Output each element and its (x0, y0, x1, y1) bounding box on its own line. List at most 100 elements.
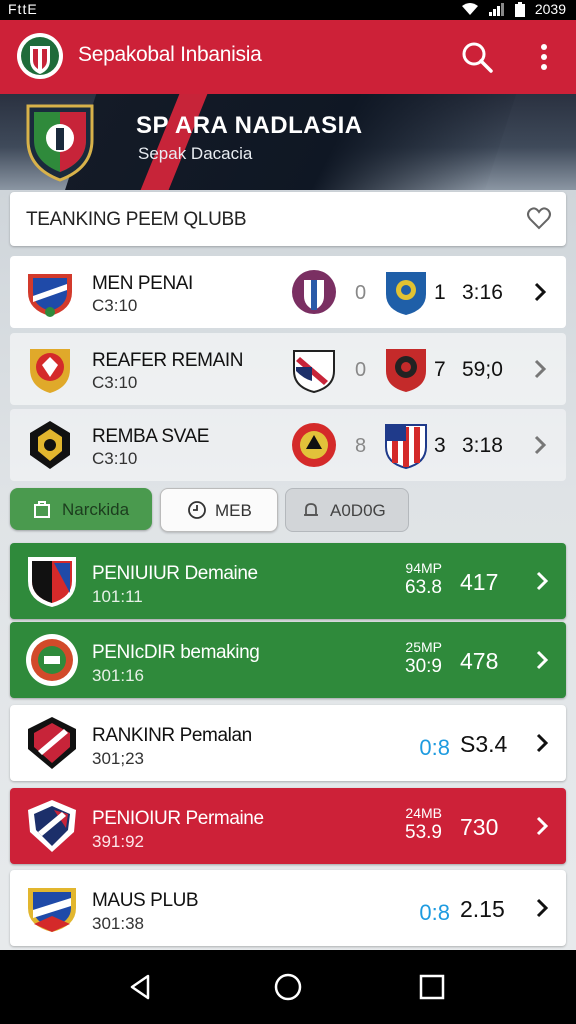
section-header: TEANKING PEEM QLUBB (10, 192, 566, 246)
match-clock: 59;0 (462, 358, 503, 381)
club-crest-icon (28, 274, 72, 317)
home-score: 0 (355, 282, 367, 304)
team-badge-icon (292, 423, 336, 467)
ranking-points: S3.4 (460, 731, 508, 757)
filter-chip-narckida[interactable]: Narckida (10, 488, 152, 530)
ranking-stat-label: 24MB (405, 805, 442, 821)
match-row[interactable]: REAFER REMAIN C3:10 0 7 59;0 (10, 333, 566, 405)
team-badge-icon (386, 272, 426, 315)
home-score: 8 (355, 435, 367, 457)
club-crest-icon (28, 888, 76, 932)
match-row[interactable]: REMBA SVAE C3:10 8 3 3:18 (10, 409, 566, 481)
status-bar: FttE 2039 (0, 0, 576, 20)
system-nav-bar (0, 950, 576, 1024)
status-time: 2039 (534, 1, 566, 17)
ranking-team-name: MAUS PLUB (92, 890, 199, 911)
club-crest-icon (28, 800, 76, 852)
team-badge-icon (292, 270, 336, 314)
away-score: 3 (434, 434, 446, 457)
club-crest-icon (30, 349, 70, 393)
ranking-stat-value: 63.8 (405, 577, 442, 598)
search-icon[interactable] (460, 40, 494, 74)
ranking-points: 2.15 (460, 896, 505, 922)
ranking-row[interactable]: PENIUIUR Demaine 101:11 94MP 63.8 417 (10, 543, 566, 619)
hero-subtitle: Sepak Dacacia (138, 144, 253, 163)
bell-icon (304, 503, 318, 516)
match-time: C3:10 (92, 296, 138, 315)
wifi-icon (461, 3, 478, 15)
ranking-row[interactable]: PENIOIUR Permaine 391:92 24MB 53.9 730 (10, 788, 566, 864)
back-icon[interactable] (126, 972, 154, 1002)
chevron-right-icon[interactable] (532, 896, 552, 920)
ranking-team-name: PENIUIUR Demaine (92, 563, 258, 584)
chevron-right-icon[interactable] (530, 280, 550, 304)
match-clock: 3:16 (462, 281, 503, 304)
ranking-points: 478 (460, 648, 499, 674)
away-score: 7 (434, 358, 446, 381)
chevron-right-icon[interactable] (530, 357, 550, 381)
ranking-team-name: RANKINR Pemalan (92, 725, 252, 746)
away-score: 1 (434, 281, 446, 304)
filter-bar: Narckida MEB A0D0G (10, 488, 566, 534)
ranking-stat-label: 94MP (405, 560, 442, 576)
ranking-team-name: PENIOIUR Permaine (92, 808, 264, 829)
ranking-stat-value: 53.9 (405, 822, 442, 843)
app-bar: Sepakobal Inbanisia (0, 20, 576, 94)
ranking-row[interactable]: PENIcDIR bemaking 301:16 25MP 30:9 478 (10, 622, 566, 698)
match-time: C3:10 (92, 373, 138, 392)
heart-icon[interactable] (526, 206, 552, 232)
match-time: C3:10 (92, 449, 138, 468)
signal-icon (488, 3, 504, 16)
home-icon[interactable] (273, 972, 303, 1002)
club-crest-icon (28, 717, 76, 769)
team-badge-icon (293, 350, 335, 393)
ranking-stat-label: 25MP (405, 639, 442, 655)
clock-icon (188, 501, 206, 519)
home-score: 0 (355, 359, 367, 381)
section-title: TEANKING PEEM QLUBB (26, 209, 247, 230)
ranking-team-name: PENIcDIR bemaking (92, 642, 260, 663)
recents-icon[interactable] (418, 972, 446, 1002)
hero-banner: SP ARA NADLASIA Sepak Dacacia (0, 94, 576, 190)
filter-chip-meb[interactable]: MEB (160, 488, 278, 532)
ranking-score: 0:8 (419, 900, 450, 925)
filter-chip-label: MEB (215, 501, 252, 520)
match-team-name: MEN PENAI (92, 273, 193, 294)
club-crest-icon (30, 421, 70, 469)
club-crest-icon (28, 557, 76, 607)
bag-icon (34, 501, 50, 518)
ranking-stat-value: 30:9 (405, 656, 442, 677)
club-crest-icon (26, 634, 78, 686)
ranking-row[interactable]: RANKINR Pemalan 301;23 0:8 S3.4 (10, 705, 566, 781)
chevron-right-icon[interactable] (530, 433, 550, 457)
match-clock: 3:18 (462, 434, 503, 457)
chevron-right-icon[interactable] (532, 814, 552, 838)
team-badge-icon (386, 349, 426, 392)
chevron-right-icon[interactable] (532, 648, 552, 672)
ranking-subtitle: 301:38 (92, 914, 144, 933)
more-options-icon[interactable] (530, 40, 558, 74)
ranking-subtitle: 101:11 (92, 587, 143, 606)
filter-chip-label: A0D0G (330, 501, 386, 520)
status-left-text: FttE (8, 1, 38, 17)
filter-chip-a0d0g[interactable]: A0D0G (285, 488, 409, 532)
battery-icon (514, 1, 525, 17)
app-logo-icon (17, 33, 63, 79)
ranking-subtitle: 301;23 (92, 749, 144, 768)
ranking-points: 417 (460, 569, 499, 595)
match-team-name: REMBA SVAE (92, 426, 210, 447)
hero-title: SP ARA NADLASIA (136, 112, 363, 139)
chevron-right-icon[interactable] (532, 731, 552, 755)
chevron-right-icon[interactable] (532, 569, 552, 593)
ranking-row[interactable]: MAUS PLUB 301:38 0:8 2.15 (10, 870, 566, 946)
match-team-name: REAFER REMAIN (92, 350, 244, 371)
club-crest-icon (26, 104, 94, 182)
team-badge-icon (385, 424, 427, 469)
ranking-score: 0:8 (419, 735, 450, 760)
match-row[interactable]: MEN PENAI C3:10 0 1 3:16 (10, 256, 566, 328)
ranking-points: 730 (460, 814, 499, 840)
filter-chip-label: Narckida (62, 500, 130, 519)
ranking-subtitle: 301:16 (92, 666, 144, 685)
app-title: Sepakobal Inbanisia (78, 43, 262, 66)
ranking-subtitle: 391:92 (92, 832, 144, 851)
